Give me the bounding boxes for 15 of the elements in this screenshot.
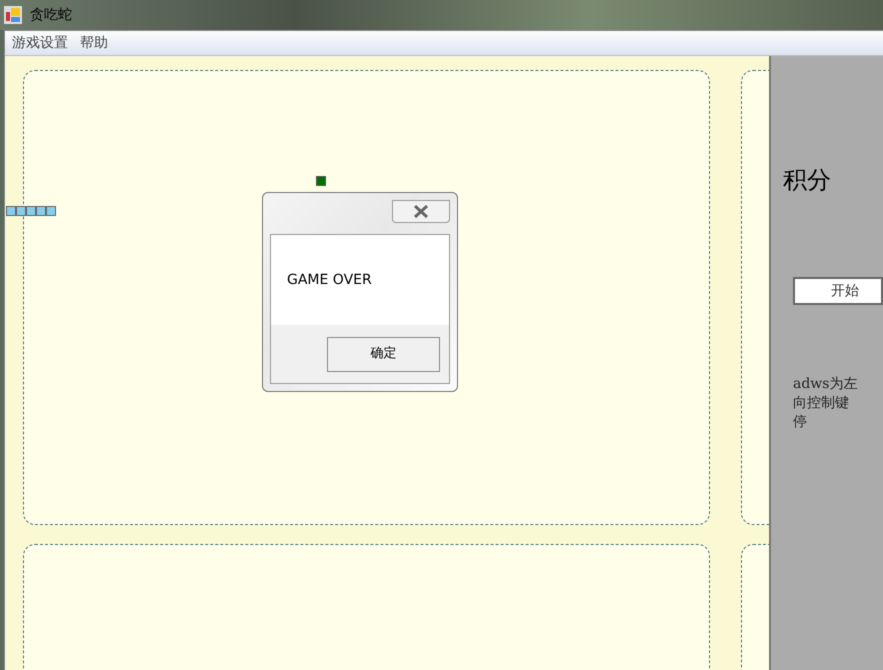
window-title: 贪吃蛇 [30,6,72,24]
food-icon [316,176,326,186]
snake-drawing [6,206,56,216]
ok-button[interactable]: 确定 [327,336,440,372]
dialog-message: GAME OVER [287,270,372,290]
help-text: 停 [793,413,808,432]
start-button[interactable]: 开始 [793,277,883,305]
app-icon [4,6,22,24]
help-text: adws为左 [793,375,858,394]
close-button[interactable] [392,200,450,223]
score-label: 积分 [783,165,832,196]
menu-item[interactable]: 帮助 [75,32,113,54]
close-icon [413,205,429,218]
help-text: 向控制键 [793,394,850,413]
menu-item[interactable]: 游戏设置 [7,32,73,54]
